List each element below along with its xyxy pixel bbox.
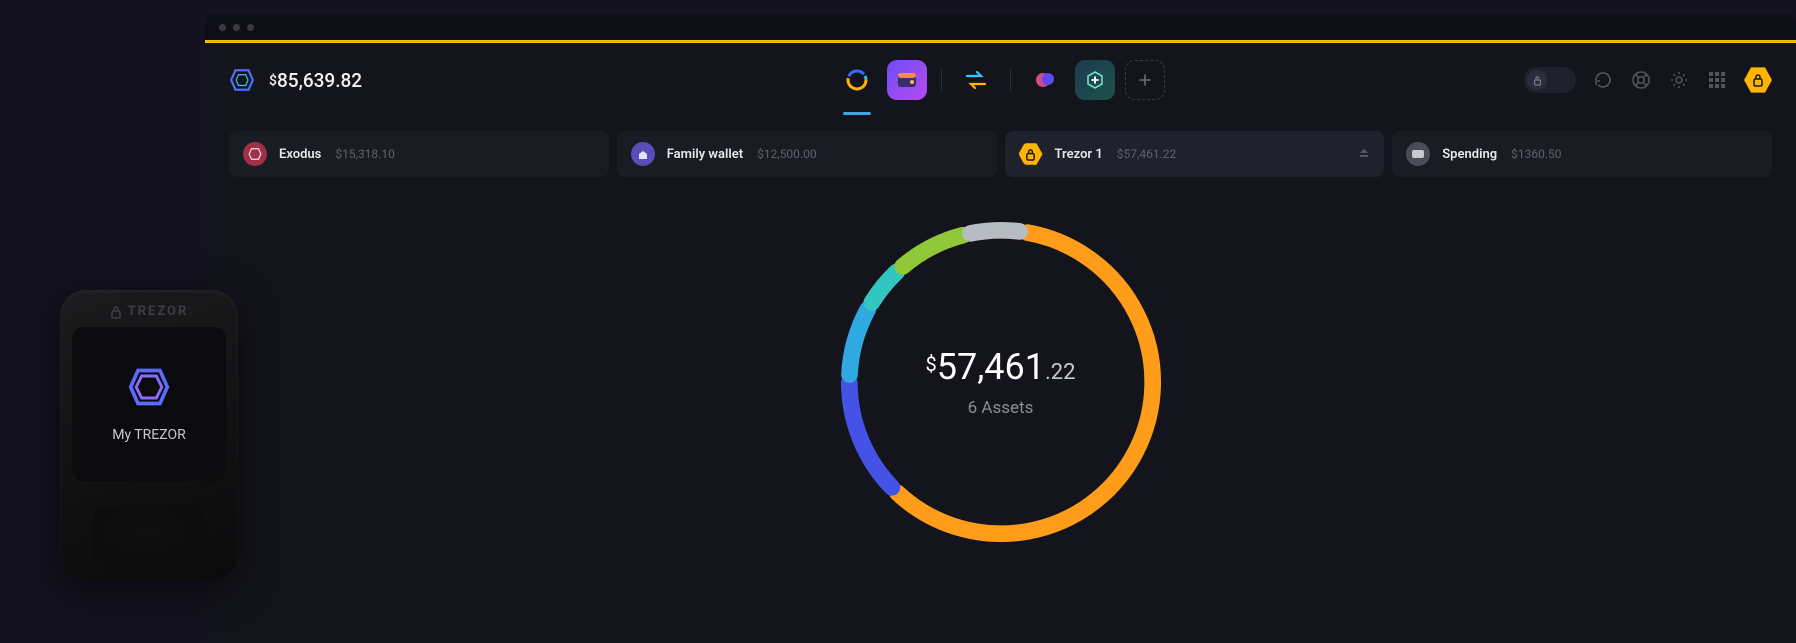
trezor-screen: My TREZOR xyxy=(72,327,226,481)
grid-icon xyxy=(1707,70,1727,90)
donut-segment[interactable] xyxy=(970,230,1019,233)
header-right xyxy=(1524,66,1772,94)
app-header: $85,639.82 xyxy=(205,43,1796,117)
lock-icon xyxy=(1752,73,1764,87)
wallet-icon xyxy=(897,72,917,88)
lock-wallet-button[interactable] xyxy=(1744,66,1772,94)
nav-add[interactable] xyxy=(1125,60,1165,100)
chat-bubble-icon xyxy=(1034,69,1056,91)
currency-symbol: $ xyxy=(269,73,277,89)
currency-symbol: $ xyxy=(925,352,936,376)
unlock-icon xyxy=(1532,75,1543,86)
portfolio-name: Exodus xyxy=(279,147,321,162)
nav-apps[interactable] xyxy=(1075,60,1115,100)
donut-segment[interactable] xyxy=(871,272,896,303)
selected-portfolio-balance: $57,461.22 xyxy=(925,346,1075,388)
gear-icon xyxy=(1669,70,1689,90)
nav-portfolio[interactable] xyxy=(837,60,877,100)
exodus-logo-icon xyxy=(127,365,171,409)
trezor-device-label: My TREZOR xyxy=(112,427,185,443)
portfolio-tab-family-wallet[interactable]: Family wallet $12,500.00 xyxy=(617,131,997,177)
window-max-dot[interactable] xyxy=(247,24,254,31)
settings-button[interactable] xyxy=(1668,69,1690,91)
portfolio-name: Trezor 1 xyxy=(1055,147,1103,162)
portfolio-tab-exodus[interactable]: Exodus $15,318.10 xyxy=(229,131,609,177)
privacy-toggle[interactable] xyxy=(1524,67,1576,93)
total-balance: $85,639.82 xyxy=(269,69,362,92)
nav-separator xyxy=(1010,69,1011,91)
window-close-dot[interactable] xyxy=(219,24,226,31)
nav-chat[interactable] xyxy=(1025,60,1065,100)
portfolio-badge-icon xyxy=(631,142,655,166)
plus-icon xyxy=(1138,73,1152,87)
apps-hex-plus-icon xyxy=(1085,70,1105,90)
app-window: $85,639.82 xyxy=(205,14,1796,643)
main-nav xyxy=(837,60,1165,100)
donut-segment[interactable] xyxy=(849,309,867,374)
donut-segment[interactable] xyxy=(902,235,962,266)
donut-segment[interactable] xyxy=(849,383,892,488)
history-button[interactable] xyxy=(1592,69,1614,91)
portfolio-amount: $12,500.00 xyxy=(757,147,816,161)
window-min-dot[interactable] xyxy=(233,24,240,31)
balance-whole: 57,461 xyxy=(937,346,1045,388)
eject-icon[interactable] xyxy=(1358,145,1370,164)
asset-count-label: 6 Assets xyxy=(925,398,1075,418)
portfolio-tab-spending[interactable]: Spending $1360.50 xyxy=(1392,131,1772,177)
portfolio-badge-icon xyxy=(1019,142,1043,166)
donut-center: $57,461.22 6 Assets xyxy=(925,346,1075,418)
portfolio-name: Spending xyxy=(1442,147,1497,162)
trezor-brand-row: TREZOR xyxy=(72,304,226,319)
exchange-arrows-icon xyxy=(965,71,987,89)
header-left: $85,639.82 xyxy=(229,67,362,93)
portfolio-badge-icon xyxy=(1406,142,1430,166)
portfolio-amount: $1360.50 xyxy=(1511,147,1561,161)
nav-exchange[interactable] xyxy=(956,60,996,100)
portfolio-donut-chart: $57,461.22 6 Assets xyxy=(205,197,1796,567)
history-icon xyxy=(1593,70,1613,90)
app-logo-icon xyxy=(229,67,255,93)
balance-value: 85,639.82 xyxy=(277,69,362,92)
portfolio-tabs: Exodus $15,318.10 Family wallet $12,500.00 T… xyxy=(205,131,1796,177)
trezor-brand-text: TREZOR xyxy=(128,304,189,319)
portfolio-ring-icon xyxy=(844,67,870,93)
toggle-knob xyxy=(1527,70,1547,90)
nav-separator xyxy=(941,69,942,91)
support-button[interactable] xyxy=(1630,69,1652,91)
lifebuoy-icon xyxy=(1631,70,1651,90)
balance-cents: .22 xyxy=(1045,360,1076,385)
portfolio-badge-icon xyxy=(243,142,267,166)
window-title-bar xyxy=(205,14,1796,40)
portfolio-amount: $15,318.10 xyxy=(335,147,394,161)
portfolio-name: Family wallet xyxy=(667,147,743,162)
portfolio-amount: $57,461.22 xyxy=(1117,147,1176,161)
apps-grid-button[interactable] xyxy=(1706,69,1728,91)
trezor-touchpad xyxy=(93,505,205,563)
portfolio-tab-trezor-1[interactable]: Trezor 1 $57,461.22 xyxy=(1005,131,1385,177)
lock-icon xyxy=(110,305,122,319)
nav-wallet[interactable] xyxy=(887,60,927,100)
trezor-device: TREZOR My TREZOR xyxy=(60,290,238,580)
